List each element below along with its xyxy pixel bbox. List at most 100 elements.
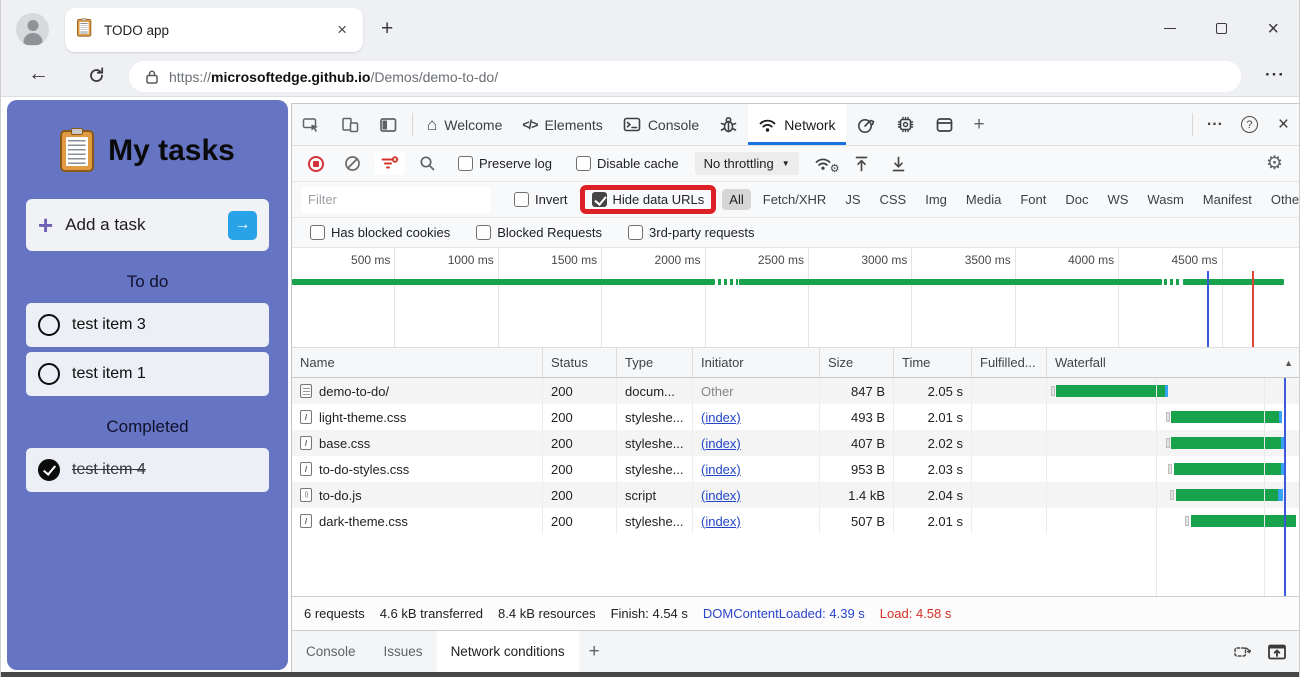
drawer-add-tab-plus-icon[interactable]: + — [579, 631, 610, 672]
resource-type-filter[interactable]: CSS — [873, 189, 914, 210]
cell-name[interactable]: base.css — [292, 430, 543, 456]
checkbox-icon[interactable] — [575, 156, 591, 171]
filter-input[interactable] — [302, 186, 490, 213]
request-filter-checkbox[interactable]: Blocked Requests — [476, 225, 602, 240]
address-bar[interactable]: https://microsoftedge.github.io/Demos/de… — [129, 61, 1241, 92]
browser-menu-icon[interactable]: ··· — [1265, 65, 1285, 85]
resource-type-filter[interactable]: Font — [1013, 189, 1053, 210]
resource-type-filter[interactable]: Fetch/XHR — [756, 189, 834, 210]
tab-debugger-bug-icon[interactable] — [709, 104, 748, 145]
cell-name[interactable]: demo-to-do/ — [292, 378, 543, 404]
resource-type-filter[interactable]: Doc — [1058, 189, 1095, 210]
window-close-button[interactable]: × — [1267, 19, 1279, 39]
cell-name[interactable]: light-theme.css — [292, 404, 543, 430]
devtools-help-icon[interactable]: ? — [1233, 104, 1266, 145]
checkbox-icon[interactable] — [458, 156, 473, 171]
request-row[interactable]: to-do-styles.css 200 styleshe... (index)… — [292, 456, 1299, 482]
profile-avatar[interactable] — [16, 13, 49, 46]
invert-checkbox[interactable]: Invert — [514, 192, 568, 207]
inspect-element-icon[interactable] — [292, 104, 331, 145]
checkbox-checked-icon[interactable] — [591, 192, 607, 207]
cell-name[interactable]: to-do-styles.css — [292, 456, 543, 482]
refresh-button[interactable] — [87, 66, 106, 85]
column-header-size[interactable]: Size — [820, 348, 894, 377]
request-row[interactable]: light-theme.css 200 styleshe... (index) … — [292, 404, 1299, 430]
initiator-link[interactable]: (index) — [701, 436, 741, 451]
cell-name[interactable]: to-do.js — [292, 482, 543, 508]
resource-type-filter[interactable]: JS — [838, 189, 867, 210]
device-emulation-icon[interactable] — [331, 104, 369, 145]
filter-toggle-icon[interactable] — [375, 152, 405, 175]
initiator-link[interactable]: (index) — [701, 462, 741, 477]
checkbox-icon[interactable] — [310, 225, 325, 240]
network-conditions-icon[interactable]: ⚙ — [807, 156, 840, 175]
initiator-link[interactable]: (index) — [701, 514, 741, 529]
request-row[interactable]: demo-to-do/ 200 docum... Other 847 B 2.0… — [292, 378, 1299, 404]
new-tab-button[interactable]: + — [381, 16, 393, 42]
lock-icon[interactable] — [145, 69, 159, 85]
drawer-expand-icon[interactable] — [1267, 643, 1287, 661]
request-row[interactable]: dark-theme.css 200 styleshe... (index) 5… — [292, 508, 1299, 534]
resource-type-filter[interactable]: Manifest — [1196, 189, 1259, 210]
checkbox-icon[interactable] — [476, 225, 492, 240]
request-filter-checkbox[interactable]: Has blocked cookies — [310, 225, 450, 240]
task-checked-circle-icon[interactable] — [38, 459, 60, 481]
tab-network[interactable]: Network — [748, 104, 846, 145]
resource-type-filter[interactable]: WS — [1100, 189, 1135, 210]
tab-close-icon[interactable]: × — [333, 20, 351, 40]
window-maximize-button[interactable] — [1216, 23, 1228, 34]
preserve-log-checkbox[interactable]: Preserve log — [458, 156, 552, 171]
cell-name[interactable]: dark-theme.css — [292, 508, 543, 534]
initiator-link[interactable]: (index) — [701, 488, 741, 503]
resource-type-filter[interactable]: Wasm — [1140, 189, 1190, 210]
request-row[interactable]: to-do.js 200 script (index) 1.4 kB 2.04 … — [292, 482, 1299, 508]
task-checkbox-circle-icon[interactable] — [38, 314, 60, 336]
browser-tab[interactable]: TODO app × — [65, 8, 363, 52]
export-har-icon[interactable] — [847, 155, 876, 173]
drawer-undock-icon[interactable] — [1233, 643, 1253, 660]
back-button[interactable]: ← — [28, 62, 49, 86]
clear-network-log-icon[interactable] — [338, 155, 367, 172]
hide-data-urls-checkbox[interactable]: Hide data URLs — [591, 192, 704, 207]
add-task-label[interactable]: Add a task — [65, 215, 228, 235]
checkbox-icon[interactable] — [628, 225, 644, 240]
todo-list-item[interactable]: test item 3 — [26, 303, 269, 347]
more-tabs-plus-icon[interactable]: + — [964, 104, 995, 145]
initiator-link[interactable]: (index) — [701, 410, 741, 425]
column-header-name[interactable]: Name — [292, 348, 543, 377]
submit-task-button[interactable]: → — [228, 210, 257, 240]
request-filter-checkbox[interactable]: 3rd-party requests — [628, 225, 755, 240]
initiator-link[interactable]: Other — [701, 384, 734, 399]
import-har-icon[interactable] — [884, 155, 913, 173]
column-header-time[interactable]: Time — [894, 348, 972, 377]
tab-memory-icon[interactable] — [886, 104, 925, 145]
task-checkbox-circle-icon[interactable] — [38, 363, 60, 385]
column-header-initiator[interactable]: Initiator — [693, 348, 820, 377]
todo-list-item[interactable]: test item 1 — [26, 352, 269, 396]
resource-type-filter[interactable]: All — [722, 189, 751, 210]
column-header-type[interactable]: Type — [617, 348, 693, 377]
tab-performance-icon[interactable] — [846, 104, 886, 145]
search-icon[interactable] — [413, 155, 442, 172]
drawer-tab-network-conditions[interactable]: Network conditions — [436, 631, 579, 672]
completed-list-item[interactable]: test item 4 — [26, 448, 269, 492]
panel-layout-icon[interactable] — [369, 104, 408, 145]
record-network-log-icon[interactable] — [308, 155, 324, 172]
resource-type-filter[interactable]: Img — [918, 189, 954, 210]
drawer-tab-console[interactable]: Console — [292, 631, 370, 672]
window-minimize-button[interactable] — [1164, 27, 1177, 30]
tab-application-icon[interactable] — [925, 104, 964, 145]
resource-type-filter[interactable]: Other — [1264, 189, 1299, 210]
network-overview-timeline[interactable]: 500 ms 1000 ms 1500 ms 2000 ms 2500 ms 3… — [292, 248, 1299, 348]
add-task-button[interactable]: + Add a task → — [26, 199, 269, 251]
tab-welcome[interactable]: ⌂ Welcome — [417, 104, 512, 145]
devtools-more-icon[interactable]: ··· — [1197, 104, 1233, 145]
column-header-status[interactable]: Status — [543, 348, 617, 377]
devtools-close-icon[interactable]: × — [1266, 104, 1299, 145]
resource-type-filter[interactable]: Media — [959, 189, 1008, 210]
request-row[interactable]: base.css 200 styleshe... (index) 407 B 2… — [292, 430, 1299, 456]
network-settings-gear-icon[interactable]: ⚙ — [1258, 154, 1291, 173]
tab-console[interactable]: Console — [613, 104, 709, 145]
checkbox-icon[interactable] — [514, 192, 529, 207]
tab-elements[interactable]: </> Elements — [512, 104, 612, 145]
